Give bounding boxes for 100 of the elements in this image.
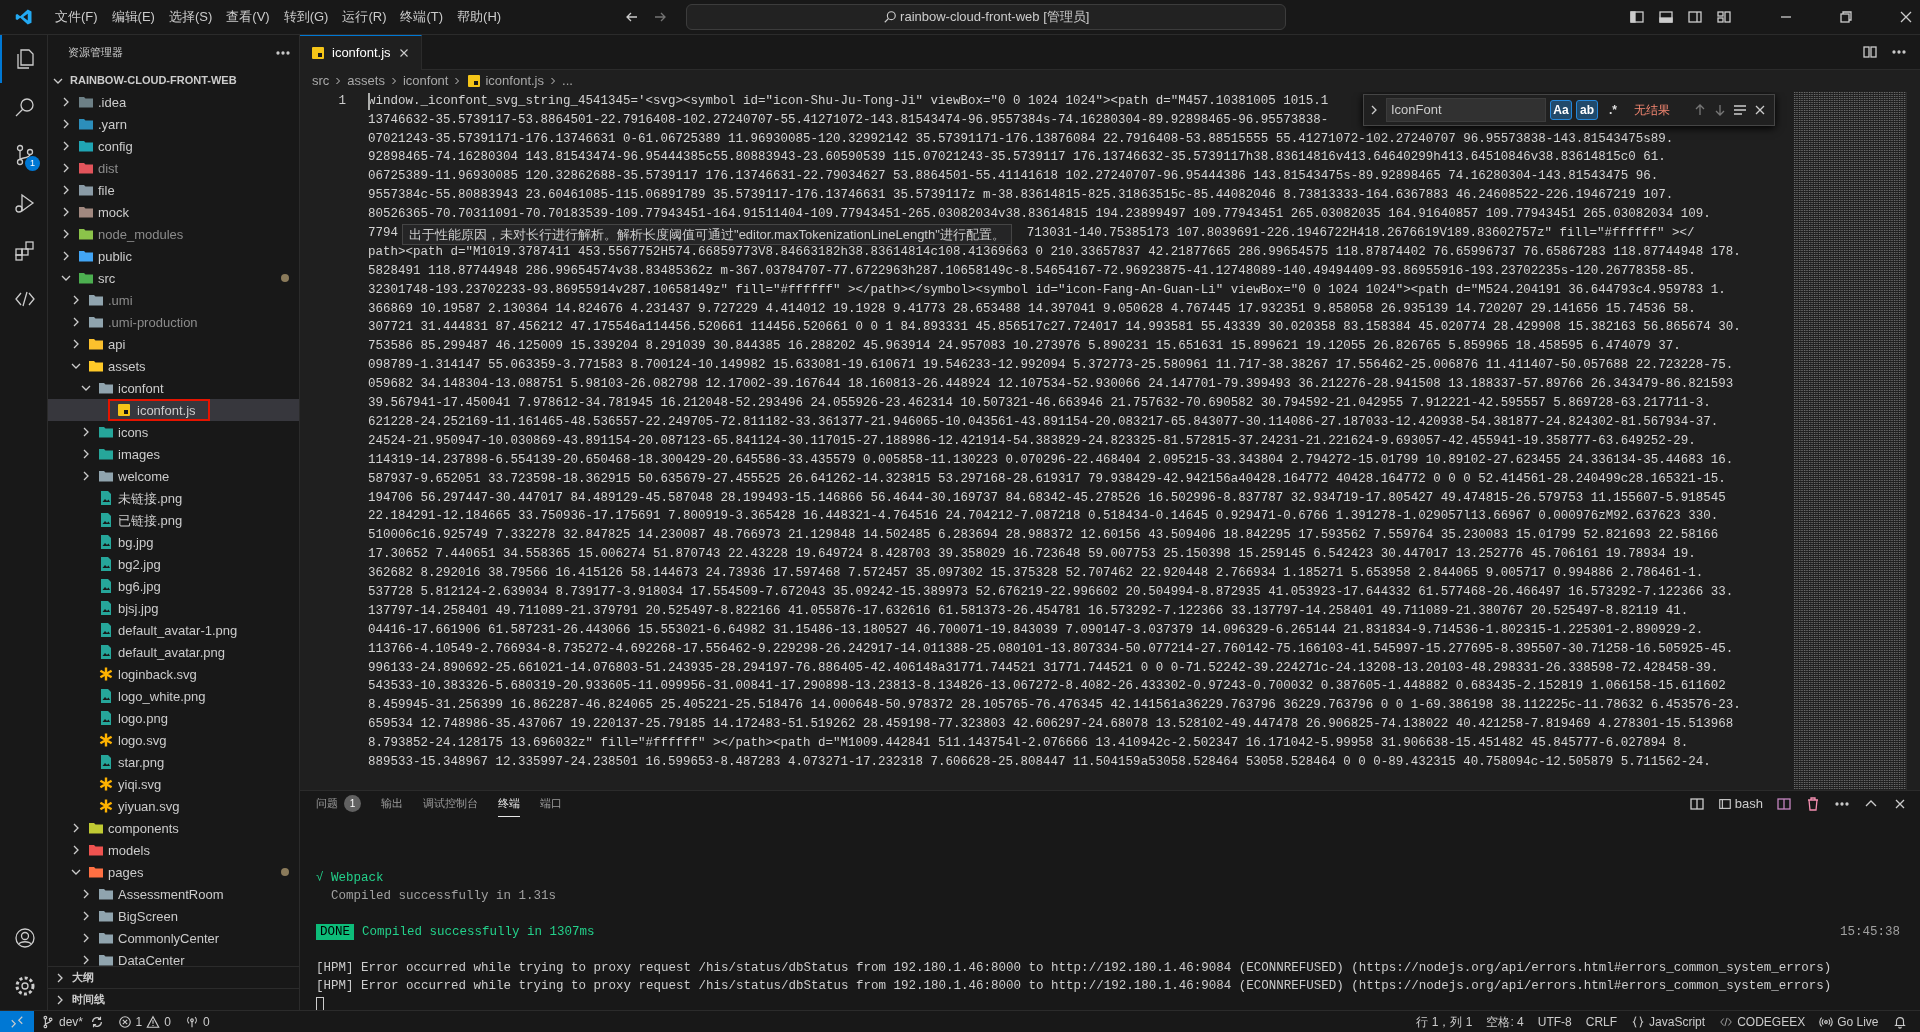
tree-item[interactable]: logo.png	[48, 707, 299, 730]
tree-item[interactable]: .yarn	[48, 113, 299, 136]
tree-item[interactable]: bjsj.jpg	[48, 597, 299, 620]
sidebar-layout-icon[interactable]	[1628, 8, 1645, 25]
secondary-sidebar-icon[interactable]	[1686, 8, 1703, 25]
tree-item[interactable]: default_avatar.png	[48, 641, 299, 664]
menu-item[interactable]: 编辑(E)	[104, 5, 162, 29]
branch-status[interactable]: dev*	[34, 1012, 91, 1031]
tree-item[interactable]: src	[48, 267, 299, 290]
tree-item[interactable]: images	[48, 443, 299, 466]
panel-tab[interactable]: 问题 1	[316, 791, 361, 817]
find-field[interactable]: IconFont	[1386, 97, 1546, 122]
code-line: 194706 56.297447-30.447017 84.489129-45.587048 28.199493-15.146866 56.4644-30.169737 84.68342-45.278526 16.502996-8.837787 32.934719-17.805427 49.474815-26.579753 11.155607-5.918545	[368, 490, 1726, 505]
panel-layout-icon[interactable]	[1657, 8, 1674, 25]
terminal-selector[interactable]: bash	[1717, 794, 1763, 814]
tree-item[interactable]: components	[48, 817, 299, 840]
status-item[interactable]: UTF-8	[1530, 1012, 1579, 1031]
tree-item[interactable]: assets	[48, 355, 299, 378]
breadcrumb[interactable]: src	[312, 71, 330, 91]
menu-item[interactable]: 运行(R)	[335, 5, 394, 29]
minimap[interactable]	[1794, 91, 1906, 790]
tree-item[interactable]: node_modules	[48, 223, 299, 246]
breadcrumb[interactable]: iconfont.js	[485, 71, 544, 91]
tree-item[interactable]: icons	[48, 421, 299, 444]
command-center-search[interactable]: rainbow-cloud-front-web [管理员]	[686, 3, 1287, 30]
panel-tab[interactable]: 输出	[381, 791, 403, 817]
code-line: 996133-24.890692-25.661021-14.076803-51.243935-28.294197-76.886405-42.406148a31771.744521 31771.744521 0 0 0-71.52242-39.224271c-24.13208-13.20103-48.298331-26.338598-72.428458-39.	[368, 660, 1719, 675]
find-option-toggle[interactable]: ab	[1576, 99, 1598, 120]
tree-item[interactable]: welcome	[48, 465, 299, 488]
tree-item[interactable]: DataCenter	[48, 949, 299, 967]
bell-icon[interactable]	[1892, 1014, 1907, 1029]
tree-item[interactable]: logo.svg	[48, 729, 299, 752]
status-item[interactable]: CRLF	[1578, 1012, 1625, 1031]
asterisk-icon	[98, 666, 114, 683]
tree-item[interactable]: models	[48, 839, 299, 862]
tree-item[interactable]: yiqi.svg	[48, 773, 299, 796]
tree-item[interactable]: star.png	[48, 751, 299, 774]
image-file-icon	[98, 600, 114, 617]
section-header[interactable]: 大纲	[48, 966, 299, 989]
compare-icon[interactable]	[1862, 43, 1878, 60]
tree-item[interactable]: config	[48, 135, 299, 158]
tree-item[interactable]: bg2.jpg	[48, 553, 299, 576]
sync-icon[interactable]	[90, 1014, 105, 1029]
remote-button[interactable]	[0, 1010, 34, 1032]
tree-item[interactable]: iconfont.js	[48, 399, 299, 422]
split-terminal-icon[interactable]	[1776, 796, 1792, 812]
status-item[interactable]: 空格: 4	[1479, 1012, 1531, 1031]
menu-item[interactable]: 选择(S)	[161, 5, 220, 29]
language-status[interactable]: JavaScript	[1624, 1012, 1713, 1031]
status-item[interactable]: 行 1，列 1	[1409, 1012, 1480, 1031]
tree-item[interactable]: bg.jpg	[48, 531, 299, 554]
panel-tab[interactable]: 终端	[498, 791, 520, 817]
panel-tab[interactable]: 端口	[540, 791, 562, 817]
tree-item[interactable]: .idea	[48, 91, 299, 114]
terminal-line: [HPM] Error occurred while trying to proxy request /his/status/dbStatus from 192.180.1.46:8000 to http://192.180.1.46:9084 (ECONNREFUSED) (https://nodejs.org/api/errors.html#errors_common_system_errors)	[316, 960, 1832, 977]
tree-item[interactable]: .umi-production	[48, 311, 299, 334]
find-option-toggle[interactable]: Aa	[1550, 99, 1572, 120]
tree-item[interactable]: 已链接.png	[48, 509, 299, 532]
breadcrumb[interactable]: assets	[347, 71, 385, 91]
tree-item[interactable]: yiyuan.svg	[48, 795, 299, 818]
menu-item[interactable]: 转到(G)	[276, 5, 336, 29]
tree-item[interactable]: .umi	[48, 289, 299, 312]
breadcrumb[interactable]: iconfont	[402, 71, 449, 91]
extension-status[interactable]: CODEGEEX	[1712, 1012, 1813, 1031]
tree-item[interactable]: AssessmentRoom	[48, 883, 299, 906]
code-line: 24524-21.950947-10.030869-43.891154-20.087123-65.841124-30.117015-27.188986-12.421914-54.383829-24.823325-81.572815-37.24231-21.221624-9.693057-42.455941-19.358777-63.649252-29.	[368, 433, 1696, 448]
branch-icon	[41, 1014, 55, 1029]
tree-item[interactable]: api	[48, 333, 299, 356]
tree-item[interactable]: mock	[48, 201, 299, 224]
tree-item[interactable]: default_avatar-1.png	[48, 619, 299, 642]
tree-item[interactable]: CommonlyCenter	[48, 927, 299, 950]
new-terminal-icon[interactable]	[1688, 796, 1705, 812]
customize-layout-icon[interactable]	[1715, 8, 1732, 25]
activity-bar-item[interactable]: 1	[0, 130, 48, 179]
problems-status[interactable]: 1 0	[110, 1012, 178, 1031]
code-line: 889533-15.348967 12.335997-24.238501 16.599653-8.487283 4.073271-17.232318 7.606628-25.808447 11.504159a53058.528464 53058.528464 0 0 0-89.432315 40.758094c-12.505879 5.711562-24.	[368, 754, 1711, 769]
menu-item[interactable]: 查看(V)	[219, 5, 277, 29]
tree-item[interactable]: BigScreen	[48, 905, 299, 928]
breadcrumb[interactable]: ...	[562, 71, 573, 91]
tree-item[interactable]: logo_white.png	[48, 685, 299, 708]
tree-item[interactable]: pages	[48, 861, 299, 884]
panel-tab[interactable]: 调试控制台	[423, 791, 478, 817]
workspace-root[interactable]: RAINBOW-CLOUD-FRONT-WEB	[48, 69, 299, 92]
tree-item[interactable]: bg6.jpg	[48, 575, 299, 598]
tree-item[interactable]: iconfont	[48, 377, 299, 400]
tree-item[interactable]: file	[48, 179, 299, 202]
menu-item[interactable]: 终端(T)	[393, 5, 451, 29]
go-live-button[interactable]: Go Live	[1812, 1012, 1886, 1031]
tree-item[interactable]: 未链接.png	[48, 487, 299, 510]
tree-item[interactable]: dist	[48, 157, 299, 180]
menu-item[interactable]: 帮助(H)	[450, 5, 509, 29]
menu-item[interactable]: 文件(F)	[48, 5, 105, 29]
tree-item[interactable]: loginback.svg	[48, 663, 299, 686]
editor-tab[interactable]: iconfont.js	[300, 34, 422, 70]
image-file-icon	[98, 754, 114, 771]
tree-item[interactable]: public	[48, 245, 299, 268]
restore-icon[interactable]	[1837, 8, 1854, 25]
find-option-toggle[interactable]: .*	[1602, 99, 1624, 120]
ports-status[interactable]: 0	[177, 1012, 217, 1031]
trash-icon[interactable]	[1805, 796, 1821, 812]
